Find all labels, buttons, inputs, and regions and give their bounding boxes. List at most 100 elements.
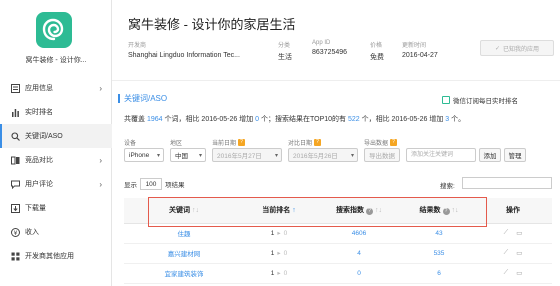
- results-cell: 6: [404, 263, 474, 284]
- sidebar-item-keyword-aso[interactable]: 关键词/ASO: [0, 124, 112, 148]
- svg-text:¥: ¥: [13, 229, 17, 236]
- sidebar-item-competitor-compare[interactable]: 竞品对比 ›: [0, 148, 112, 172]
- column-search-index[interactable]: 搜索指数? ↑↓: [314, 198, 404, 224]
- category-meta: 分类 生活: [278, 40, 292, 62]
- claim-app-button[interactable]: ✓ 已知我的应用: [480, 40, 554, 56]
- device-label: 设备: [124, 141, 137, 147]
- trend-chart-icon[interactable]: ⟋: [504, 229, 509, 237]
- search-icon: [10, 131, 20, 141]
- compare-date-select[interactable]: 2016年5月26日 ▾: [288, 148, 358, 162]
- rank-value: 1: [270, 249, 275, 257]
- page-size-control: 显示 100 项结果: [124, 178, 185, 190]
- checkbox-box[interactable]: [442, 96, 450, 104]
- current-date-value: 2016年5月27日: [217, 153, 262, 160]
- table-row: 嘉兴建材网 1 ▸ 0 4 535 ⟋ ▭: [124, 243, 552, 264]
- search-index-cell: 4606: [314, 223, 404, 244]
- sidebar-item-label: 收入: [25, 229, 39, 236]
- keyword-aso-section: 关键词/ASO 微信订阅每日实时排名 共覆盖 1964 个词，相比 2016-0…: [112, 80, 560, 286]
- check-icon: ✓: [494, 45, 500, 52]
- sidebar-item-developer-apps[interactable]: 开发商其他应用: [0, 244, 112, 268]
- download-icon: [10, 203, 20, 213]
- sidebar-item-revenue[interactable]: ¥ 收入: [0, 220, 112, 244]
- snail-swirl-icon: [42, 18, 64, 41]
- table-header: 关键词 ↑↓ 当前排名 ↑ 搜索指数? ↑↓ 结果数? ↑↓ 操作: [124, 198, 552, 224]
- compare-date-value: 2016年5月26日: [293, 153, 338, 160]
- results-cell: 43: [404, 223, 474, 244]
- search-index-cell: 0: [314, 263, 404, 284]
- help-icon[interactable]: ?: [442, 208, 450, 216]
- add-keyword-button[interactable]: 添加: [479, 148, 501, 162]
- sidebar-nav: 应用信息 › 实时排名 关键词/ASO 竞品对比 › 用户评论 › 下载量 ¥ …: [0, 76, 112, 268]
- coverage-summary: 共覆盖 1964 个词，相比 2016-05-26 增加 0 个；搜索结果在TO…: [124, 114, 465, 124]
- doc-icon[interactable]: ▭: [516, 269, 522, 277]
- wechat-subscribe-label: 微信订阅每日实时排名: [453, 98, 518, 105]
- help-icon: ?: [390, 139, 398, 146]
- appid-key: App ID: [312, 40, 331, 46]
- sidebar-item-downloads[interactable]: 下载量: [0, 196, 112, 220]
- comment-icon: [10, 179, 20, 189]
- summary-text: 个。: [449, 116, 466, 123]
- keyword-link[interactable]: 嘉兴建材网: [124, 243, 244, 264]
- table-search-input[interactable]: [462, 177, 552, 189]
- updated-value: 2016-04-27: [402, 52, 438, 59]
- app-title: 窝牛装修 - 设计你的家居生活: [128, 17, 296, 32]
- current-date-select[interactable]: 2016年5月27日 ▾: [212, 148, 282, 162]
- price-meta: 价格 免费: [370, 40, 384, 62]
- sidebar-item-label: 下载量: [25, 205, 46, 212]
- help-icon[interactable]: ?: [366, 208, 373, 216]
- ops-cell: ⟋ ▭: [474, 243, 552, 264]
- sidebar-item-label: 应用信息: [25, 85, 53, 92]
- page-size-input[interactable]: 100: [140, 178, 162, 190]
- column-results[interactable]: 结果数? ↑↓: [404, 198, 474, 224]
- ops-header-label: 操作: [506, 207, 520, 215]
- money-icon: ¥: [10, 227, 20, 237]
- developer-value[interactable]: Shanghai Lingduo Information Tec...: [128, 52, 240, 59]
- column-rank[interactable]: 当前排名 ↑: [244, 198, 314, 224]
- price-key: 价格: [370, 43, 383, 49]
- compare-date-label: 对比日期?: [288, 138, 322, 147]
- rank-cell: 1 ▸ 0: [244, 243, 314, 264]
- caret-down-icon: ▾: [156, 153, 160, 159]
- list-icon: [10, 83, 20, 93]
- table-search-label: 搜索:: [440, 183, 455, 190]
- manage-keywords-button[interactable]: 管理: [504, 148, 526, 162]
- region-select[interactable]: 中国 ▾: [170, 148, 206, 162]
- wechat-subscribe-checkbox[interactable]: 微信订阅每日实时排名: [442, 95, 518, 105]
- doc-icon[interactable]: ▭: [516, 229, 522, 237]
- trend-chart-icon[interactable]: ⟋: [504, 249, 509, 257]
- region-label: 地区: [170, 141, 183, 147]
- chevron-right-icon: ›: [99, 180, 102, 189]
- summary-text: 个，相比 2016-05-26 增加: [359, 116, 446, 123]
- doc-icon[interactable]: ▭: [516, 249, 522, 257]
- price-value: 免费: [370, 54, 384, 61]
- add-keyword-input[interactable]: 添加关注关键词: [406, 148, 476, 162]
- rank-change-icon: ▸: [277, 250, 281, 257]
- export-data-button[interactable]: 导出数据: [364, 148, 400, 162]
- keyword-link[interactable]: 住趣: [124, 223, 244, 244]
- index-header-label: 搜索指数: [336, 207, 364, 215]
- rank-change: 0: [283, 249, 288, 257]
- current-date-label: 当前日期?: [212, 138, 246, 147]
- rank-value: 1: [270, 229, 275, 237]
- summary-text: 个词，相比 2016-05-26 增加: [162, 116, 256, 123]
- sidebar-item-app-info[interactable]: 应用信息 ›: [0, 76, 112, 100]
- column-keyword[interactable]: 关键词 ↑↓: [124, 198, 244, 224]
- app-short-name: 窝牛装修 - 设计你...: [25, 57, 87, 64]
- sidebar-item-user-reviews[interactable]: 用户评论 ›: [0, 172, 112, 196]
- sidebar: 窝牛装修 - 设计你... 应用信息 › 实时排名 关键词/ASO 竞品对比 ›…: [0, 0, 112, 286]
- sort-icon: ↑↓: [451, 207, 459, 215]
- device-value: iPhone: [129, 151, 150, 159]
- developer-meta: 开发商 Shanghai Lingduo Information Tec...: [128, 40, 240, 59]
- keyword-link[interactable]: 宜家建筑装饰: [124, 263, 244, 284]
- table-row: 住趣 1 ▸ 0 4606 43 ⟋ ▭: [124, 223, 552, 244]
- rank-cell: 1 ▸ 0: [244, 223, 314, 244]
- rank-change-icon: ▸: [277, 270, 281, 277]
- rank-change-icon: ▸: [277, 230, 281, 237]
- trend-chart-icon[interactable]: ⟋: [504, 269, 509, 277]
- claim-app-label: 已知我的应用: [503, 46, 540, 53]
- sidebar-item-label: 用户评论: [25, 181, 53, 188]
- results-header-label: 结果数: [419, 207, 441, 215]
- sidebar-item-label: 关键词/ASO: [25, 133, 63, 140]
- sidebar-item-realtime-rank[interactable]: 实时排名: [0, 100, 112, 124]
- device-select[interactable]: iPhone ▾: [124, 148, 164, 162]
